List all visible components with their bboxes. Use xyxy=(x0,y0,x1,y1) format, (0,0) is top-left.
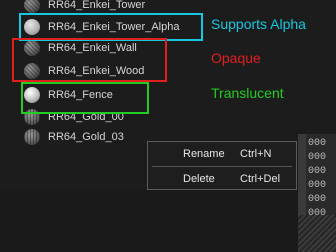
list-item[interactable]: RR64_Enkei_Tower_Alpha xyxy=(24,16,179,38)
annotation-opaque: Opaque xyxy=(211,50,261,66)
side-panel-value: 000 xyxy=(308,152,327,163)
list-item[interactable]: RR64_Gold_00 xyxy=(24,106,124,128)
side-panel-value: 000 xyxy=(308,166,327,177)
material-thumbnail-icon xyxy=(24,40,40,56)
menu-separator xyxy=(152,166,292,167)
list-item-label: RR64_Gold_03 xyxy=(48,131,124,143)
list-item-label: RR64_Enkei_Wall xyxy=(48,42,137,54)
delete-shortcut: Ctrl+Del xyxy=(240,173,281,185)
list-item-label: RR64_Fence xyxy=(48,89,113,101)
material-thumbnail-icon xyxy=(24,19,40,35)
list-item-label: RR64_Enkei_Tower xyxy=(48,0,146,11)
side-panel-value: 000 xyxy=(308,180,327,191)
context-menu: Rename Ctrl+N Delete Ctrl+Del xyxy=(147,141,297,190)
list-item[interactable]: RR64_Enkei_Tower xyxy=(24,0,145,16)
delete-label: Delete xyxy=(183,173,215,185)
rename-shortcut: Ctrl+N xyxy=(240,148,272,160)
list-empty-area xyxy=(0,190,298,252)
delete-menu-item[interactable]: Delete Ctrl+Del xyxy=(148,168,296,190)
annotation-supports-alpha: Supports Alpha xyxy=(211,16,306,32)
material-thumbnail-icon xyxy=(24,109,40,125)
list-item[interactable]: RR64_Gold_03 xyxy=(24,126,124,148)
material-thumbnail-icon xyxy=(24,63,40,79)
rename-label: Rename xyxy=(183,148,225,160)
material-thumbnail-icon xyxy=(24,129,40,145)
list-item[interactable]: RR64_Enkei_Wall xyxy=(24,37,137,59)
list-item-label: RR64_Enkei_Wood xyxy=(48,65,145,77)
list-item-label: RR64_Gold_00 xyxy=(48,111,124,123)
list-item[interactable]: RR64_Enkei_Wood xyxy=(24,60,144,82)
material-thumbnail-icon xyxy=(24,0,40,13)
resize-grip[interactable] xyxy=(298,215,336,252)
rename-menu-item[interactable]: Rename Ctrl+N xyxy=(148,143,296,165)
list-item[interactable]: RR64_Fence xyxy=(24,84,113,106)
side-panel-value: 000 xyxy=(308,138,327,149)
material-thumbnail-icon xyxy=(24,87,40,103)
list-item-label: RR64_Enkei_Tower_Alpha xyxy=(48,21,180,33)
annotation-translucent: Translucent xyxy=(211,85,284,101)
side-panel-value: 000 xyxy=(308,194,327,205)
